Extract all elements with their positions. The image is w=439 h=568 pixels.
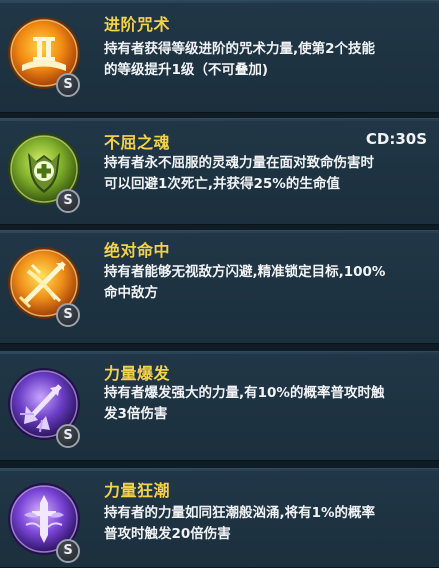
desc-line: 持有者永不屈服的灵魂力量在面对致命伤害时 <box>104 155 374 171</box>
desc-line: 命中敌方 <box>104 285 158 301</box>
grade-badge: S <box>56 539 80 563</box>
skill-name: 力量狂潮 <box>104 481 171 500</box>
desc-line: 普攻时触发20倍伤害 <box>104 526 231 542</box>
desc-line: 发3倍伤害 <box>104 406 168 422</box>
grade-badge: S <box>56 424 80 448</box>
skill-card[interactable]: S 力量狂潮 持有者的力量如同狂潮般汹涌,将有1%的概率 普攻时触发20倍伤害 <box>0 468 439 568</box>
desc-line: 持有者获得等级进阶的咒术力量,使第2个技能 <box>104 41 376 57</box>
desc-line: 持有者的力量如同狂潮般汹涌,将有1%的概率 <box>104 505 376 521</box>
skill-card[interactable]: S 不屈之魂 CD:30S 持有者永不屈服的灵魂力量在面对致命伤害时 可以回避1… <box>0 118 439 225</box>
skill-list: S 进阶咒术 持有者获得等级进阶的咒术力量,使第2个技能 的等级提升1级（不可叠… <box>0 0 439 568</box>
desc-line: 可以回避1次死亡,并获得25%的生命值 <box>104 176 340 192</box>
skill-name: 不屈之魂 <box>104 133 171 152</box>
desc-line: 持有者爆发强大的力量,有10%的概率普攻时触 <box>104 385 385 401</box>
skill-description: 持有者爆发强大的力量,有10%的概率普攻时触 发3倍伤害 <box>104 383 431 425</box>
skill-card[interactable]: S 绝对命中 持有者能够无视敌方闪避,精准锁定目标,100% 命中敌方 <box>0 230 439 344</box>
skill-card[interactable]: S 进阶咒术 持有者获得等级进阶的咒术力量,使第2个技能 的等级提升1级（不可叠… <box>0 0 439 113</box>
skill-card[interactable]: S 力量爆发 持有者爆发强大的力量,有10%的概率普攻时触 发3倍伤害 <box>0 351 439 461</box>
skill-name: 力量爆发 <box>104 364 171 383</box>
desc-line: 持有者能够无视敌方闪避,精准锁定目标,100% <box>104 264 386 280</box>
skill-description: 持有者获得等级进阶的咒术力量,使第2个技能 的等级提升1级（不可叠加) <box>104 39 431 81</box>
skill-description: 持有者能够无视敌方闪避,精准锁定目标,100% 命中敌方 <box>104 262 431 304</box>
skill-description: 持有者永不屈服的灵魂力量在面对致命伤害时 可以回避1次死亡,并获得25%的生命值 <box>104 153 431 195</box>
cooldown-label: CD:30S <box>365 130 427 148</box>
skill-description: 持有者的力量如同狂潮般汹涌,将有1%的概率 普攻时触发20倍伤害 <box>104 503 431 545</box>
grade-badge: S <box>56 73 80 97</box>
skill-name: 进阶咒术 <box>104 15 171 34</box>
grade-badge: S <box>56 303 80 327</box>
skill-name: 绝对命中 <box>104 241 171 260</box>
desc-line: 的等级提升1级（不可叠加) <box>104 62 269 78</box>
grade-badge: S <box>56 189 80 213</box>
